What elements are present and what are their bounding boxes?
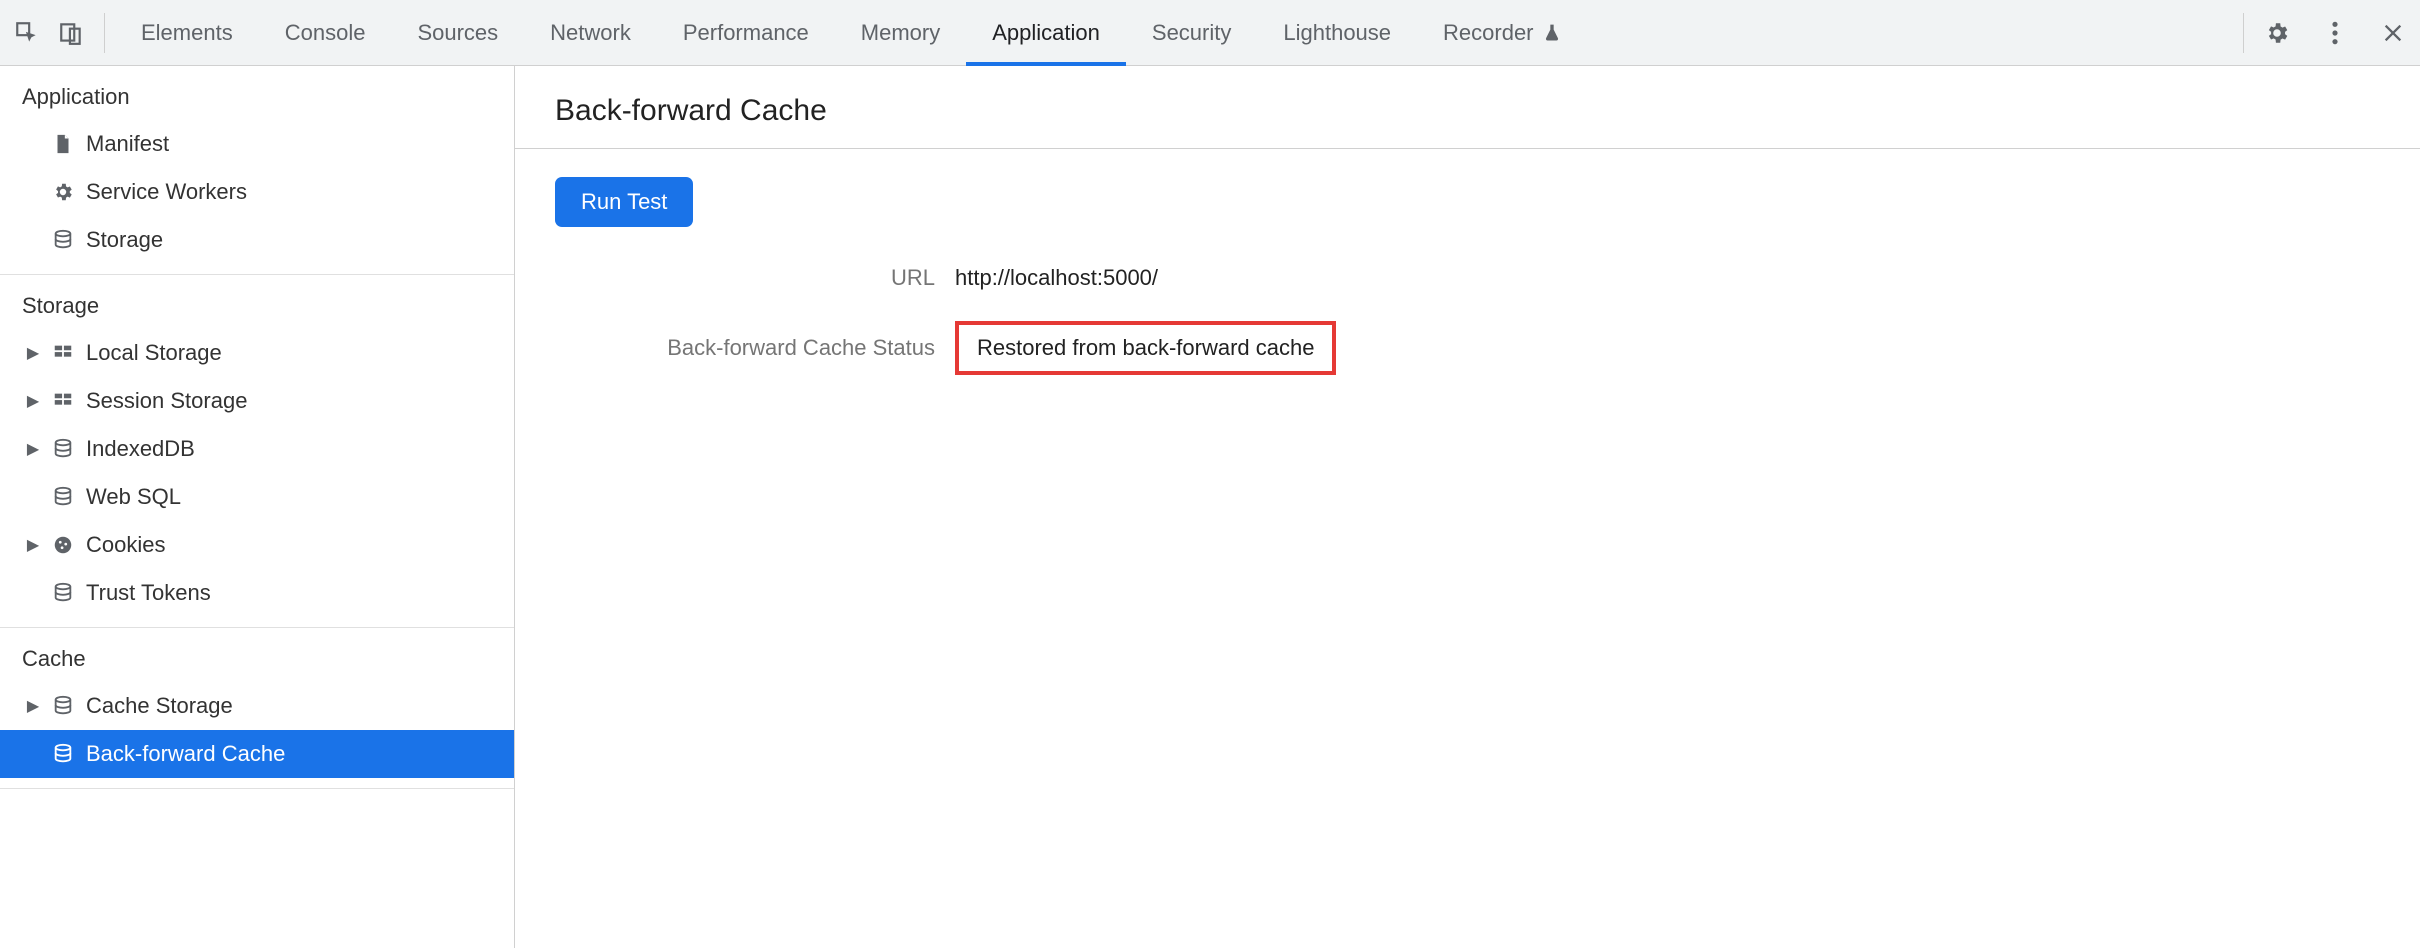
application-sidebar: Application Manifest Service Workers Sto…: [0, 66, 515, 948]
tab-sources[interactable]: Sources: [391, 0, 524, 65]
bfcache-status-value: Restored from back-forward cache: [955, 321, 2380, 375]
page-title: Back-forward Cache: [515, 66, 2420, 149]
toolbar-left-group: [12, 13, 105, 53]
database-icon: [50, 484, 76, 510]
settings-icon[interactable]: [2262, 18, 2292, 48]
tab-network[interactable]: Network: [524, 0, 657, 65]
database-icon: [50, 693, 76, 719]
sidebar-heading: Application: [0, 66, 514, 120]
run-test-button[interactable]: Run Test: [555, 177, 693, 227]
main-body: Run Test URL http://localhost:5000/ Back…: [515, 149, 2420, 403]
sidebar-item-storage[interactable]: Storage: [0, 216, 514, 264]
main-panel: Back-forward Cache Run Test URL http://l…: [515, 66, 2420, 948]
sidebar-section-storage: Storage ▶ Local Storage ▶ Session Storag…: [0, 275, 514, 628]
toolbar-right-group: [2243, 13, 2408, 53]
database-icon: [50, 227, 76, 253]
grid-icon: [50, 388, 76, 414]
url-value: http://localhost:5000/: [955, 265, 2380, 291]
sidebar-item-manifest[interactable]: Manifest: [0, 120, 514, 168]
sidebar-heading: Cache: [0, 628, 514, 682]
chevron-right-icon[interactable]: ▶: [26, 343, 40, 363]
sidebar-item-indexeddb[interactable]: ▶ IndexedDB: [0, 425, 514, 473]
sidebar-item-label: Service Workers: [86, 179, 247, 205]
tab-memory[interactable]: Memory: [835, 0, 966, 65]
sidebar-section-cache: Cache ▶ Cache Storage Back-forward Cache: [0, 628, 514, 789]
database-icon: [50, 580, 76, 606]
sidebar-item-service-workers[interactable]: Service Workers: [0, 168, 514, 216]
tab-security[interactable]: Security: [1126, 0, 1257, 65]
sidebar-item-label: Trust Tokens: [86, 580, 211, 606]
sidebar-item-local-storage[interactable]: ▶ Local Storage: [0, 329, 514, 377]
more-icon[interactable]: [2320, 18, 2350, 48]
sidebar-item-label: IndexedDB: [86, 436, 195, 462]
devtools-tabs: Elements Console Sources Network Perform…: [115, 0, 1588, 65]
tab-lighthouse[interactable]: Lighthouse: [1257, 0, 1417, 65]
sidebar-section-application: Application Manifest Service Workers Sto…: [0, 66, 514, 275]
flask-icon: [1542, 23, 1562, 43]
sidebar-item-label: Back-forward Cache: [86, 741, 285, 767]
sidebar-heading: Storage: [0, 275, 514, 329]
tab-elements[interactable]: Elements: [115, 0, 259, 65]
sidebar-item-label: Cache Storage: [86, 693, 233, 719]
url-label: URL: [555, 265, 935, 291]
chevron-right-icon[interactable]: ▶: [26, 439, 40, 459]
sidebar-item-back-forward-cache[interactable]: Back-forward Cache: [0, 730, 514, 778]
database-icon: [50, 436, 76, 462]
close-icon[interactable]: [2378, 18, 2408, 48]
grid-icon: [50, 340, 76, 366]
sidebar-item-label: Local Storage: [86, 340, 222, 366]
tab-performance[interactable]: Performance: [657, 0, 835, 65]
status-grid: URL http://localhost:5000/ Back-forward …: [555, 265, 2380, 375]
chevron-right-icon[interactable]: ▶: [26, 535, 40, 555]
sidebar-item-session-storage[interactable]: ▶ Session Storage: [0, 377, 514, 425]
bfcache-status-label: Back-forward Cache Status: [555, 335, 935, 361]
tab-console[interactable]: Console: [259, 0, 392, 65]
chevron-right-icon[interactable]: ▶: [26, 696, 40, 716]
devtools-toolbar: Elements Console Sources Network Perform…: [0, 0, 2420, 66]
sidebar-item-label: Cookies: [86, 532, 165, 558]
status-highlight: Restored from back-forward cache: [955, 321, 1336, 375]
device-toggle-icon[interactable]: [56, 18, 86, 48]
sidebar-item-trust-tokens[interactable]: Trust Tokens: [0, 569, 514, 617]
sidebar-item-websql[interactable]: Web SQL: [0, 473, 514, 521]
sidebar-item-label: Session Storage: [86, 388, 247, 414]
gear-icon: [50, 179, 76, 205]
sidebar-item-cache-storage[interactable]: ▶ Cache Storage: [0, 682, 514, 730]
inspect-element-icon[interactable]: [12, 18, 42, 48]
sidebar-item-label: Web SQL: [86, 484, 181, 510]
chevron-right-icon[interactable]: ▶: [26, 391, 40, 411]
tab-recorder[interactable]: Recorder: [1417, 0, 1587, 65]
sidebar-item-cookies[interactable]: ▶ Cookies: [0, 521, 514, 569]
cookie-icon: [50, 532, 76, 558]
sidebar-item-label: Storage: [86, 227, 163, 253]
file-icon: [50, 131, 76, 157]
content-area: Application Manifest Service Workers Sto…: [0, 66, 2420, 948]
database-icon: [50, 741, 76, 767]
tab-application[interactable]: Application: [966, 0, 1126, 65]
sidebar-item-label: Manifest: [86, 131, 169, 157]
